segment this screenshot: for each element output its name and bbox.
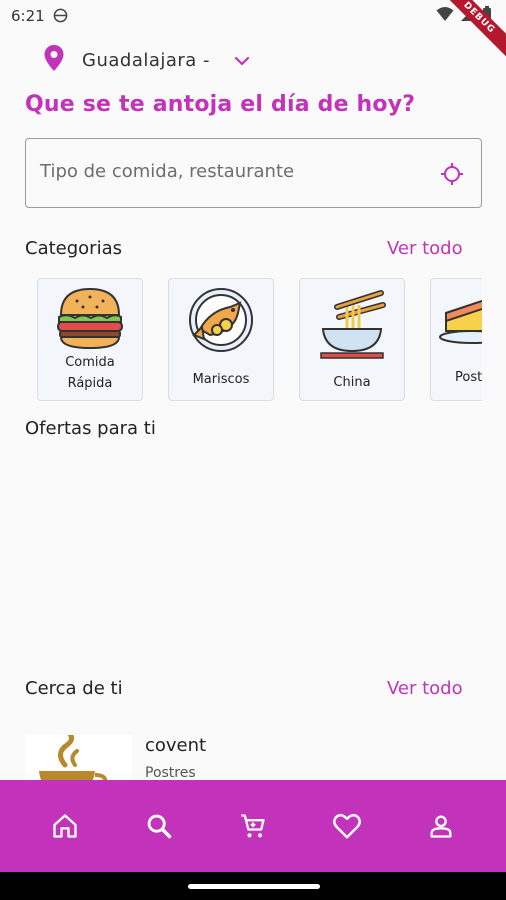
offers-title: Ofertas para ti bbox=[25, 418, 156, 439]
categories-title: Categorias bbox=[25, 238, 122, 259]
burger-icon bbox=[55, 285, 125, 355]
offers-carousel[interactable] bbox=[25, 450, 482, 670]
fish-icon bbox=[186, 285, 256, 359]
restaurant-category: Postres bbox=[145, 765, 196, 781]
nearby-title: Cerca de ti bbox=[25, 678, 123, 699]
heart-icon[interactable] bbox=[331, 810, 363, 842]
category-label: Mariscos bbox=[192, 372, 250, 387]
location-selector[interactable]: Guadalajara - bbox=[44, 45, 250, 75]
location-pin-icon bbox=[44, 45, 64, 75]
nearby-see-all-link[interactable]: Ver todo bbox=[387, 678, 463, 699]
status-bar: 6:21 DEBUG bbox=[0, 0, 506, 63]
sync-icon bbox=[53, 8, 68, 27]
restaurant-name: covent bbox=[145, 735, 207, 756]
status-time: 6:21 bbox=[11, 7, 45, 25]
category-label: China bbox=[333, 375, 371, 390]
category-card-desserts[interactable]: Postres bbox=[430, 278, 482, 401]
home-gesture-handle[interactable] bbox=[188, 884, 320, 889]
category-card-fast-food[interactable]: Comida Rápida bbox=[37, 278, 143, 401]
noodles-icon bbox=[317, 285, 387, 363]
cake-icon bbox=[432, 285, 482, 349]
wifi-icon bbox=[436, 6, 454, 26]
system-navigation-bar bbox=[0, 872, 506, 900]
category-label: Comida Rápida bbox=[65, 355, 115, 391]
category-label: Postres bbox=[455, 370, 482, 385]
search-icon[interactable] bbox=[143, 810, 175, 842]
category-card-seafood[interactable]: Mariscos bbox=[168, 278, 274, 401]
my-location-icon[interactable] bbox=[441, 163, 463, 189]
person-icon[interactable] bbox=[425, 810, 457, 842]
home-icon[interactable] bbox=[49, 810, 81, 842]
category-card-chinese[interactable]: China bbox=[299, 278, 405, 401]
categories-carousel[interactable]: Comida Rápida Mariscos China Post bbox=[37, 278, 482, 402]
location-label: Guadalajara - bbox=[82, 49, 211, 71]
search-placeholder: Tipo de comida, restaurante bbox=[40, 161, 295, 182]
search-input[interactable]: Tipo de comida, restaurante bbox=[25, 138, 482, 208]
chevron-down-icon bbox=[234, 51, 250, 70]
bottom-navigation bbox=[0, 780, 506, 872]
cart-icon[interactable] bbox=[237, 810, 269, 842]
categories-see-all-link[interactable]: Ver todo bbox=[387, 238, 463, 259]
page-headline: Que se te antoja el día de hoy? bbox=[25, 92, 416, 117]
